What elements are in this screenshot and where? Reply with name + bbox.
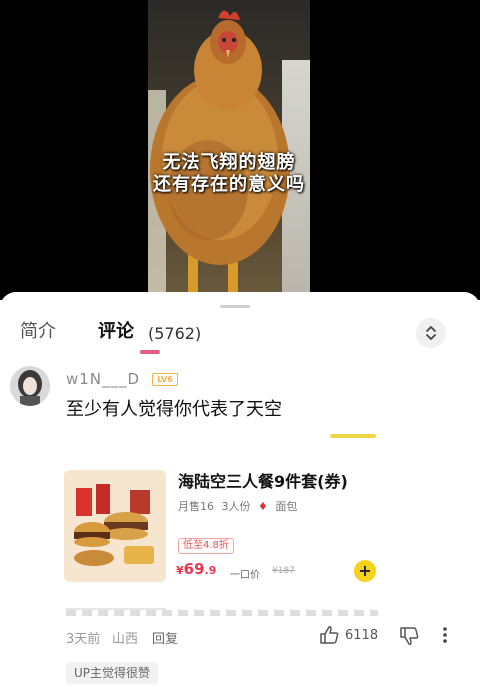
price-integer: 69 (183, 560, 205, 578)
product-card[interactable]: 海陆空三人餐9件套(券) 月售16 3人份 ♦ 面包 低至4.8折 ¥69.9 … (64, 470, 382, 584)
thumb-up-icon[interactable] (318, 624, 340, 646)
product-sales: 月售16 (178, 500, 214, 513)
original-price: ¥187 (272, 566, 295, 576)
price-decimal: .9 (204, 564, 217, 577)
product-price: ¥69.9 (176, 560, 216, 578)
comments-count: (5762) (148, 324, 202, 343)
chili-icon: ♦ (258, 500, 268, 513)
avatar-image (10, 366, 50, 406)
avatar[interactable] (10, 366, 50, 406)
video-player[interactable]: 无法飞翔的翅膀 还有存在的意义吗 (0, 0, 480, 300)
comment-time: 3天前 (66, 632, 101, 647)
sort-toggle-button[interactable] (416, 318, 446, 348)
more-vertical-icon[interactable] (438, 624, 452, 646)
chicken-image (150, 10, 290, 295)
tab-comments[interactable]: 评论 (98, 320, 134, 344)
discount-tag: 低至4.8折 (178, 538, 234, 554)
add-to-cart-button[interactable]: + (354, 560, 376, 582)
tab-intro[interactable]: 简介 (20, 320, 56, 344)
user-level-badge: LV6 (152, 373, 178, 386)
video-frame: 无法飞翔的翅膀 还有存在的意义吗 (148, 0, 310, 300)
comment-text: 至少有人觉得你代表了天空 (66, 399, 282, 420)
product-title[interactable]: 海陆空三人餐9件套(券) (178, 472, 348, 492)
active-tab-indicator (140, 350, 160, 354)
burger-meal-image (64, 470, 166, 582)
video-caption-line2: 还有存在的意义吗 (153, 174, 305, 195)
product-meta: 月售16 3人份 ♦ 面包 (178, 498, 301, 514)
chevron-up-down-icon (426, 326, 436, 340)
sheet-drag-handle[interactable] (220, 305, 250, 308)
comment-decoration (330, 434, 376, 438)
comment-username[interactable]: w1N___D (66, 370, 140, 388)
price-unit: 一口价 (230, 570, 260, 581)
product-thumbnail (64, 470, 166, 582)
product-taste: 面包 (275, 500, 298, 513)
truncated-text-row (66, 610, 378, 616)
video-caption-line1: 无法飞翔的翅膀 (162, 152, 296, 173)
like-count: 6118 (345, 628, 379, 643)
comment-location: 山西 (112, 632, 139, 647)
product-servings: 3人份 (221, 500, 251, 513)
reply-button[interactable]: 回复 (152, 628, 178, 647)
up-liked-badge: UP主觉得很赞 (66, 662, 159, 684)
price-symbol: ¥ (176, 564, 184, 577)
thumb-down-icon[interactable] (398, 625, 420, 647)
